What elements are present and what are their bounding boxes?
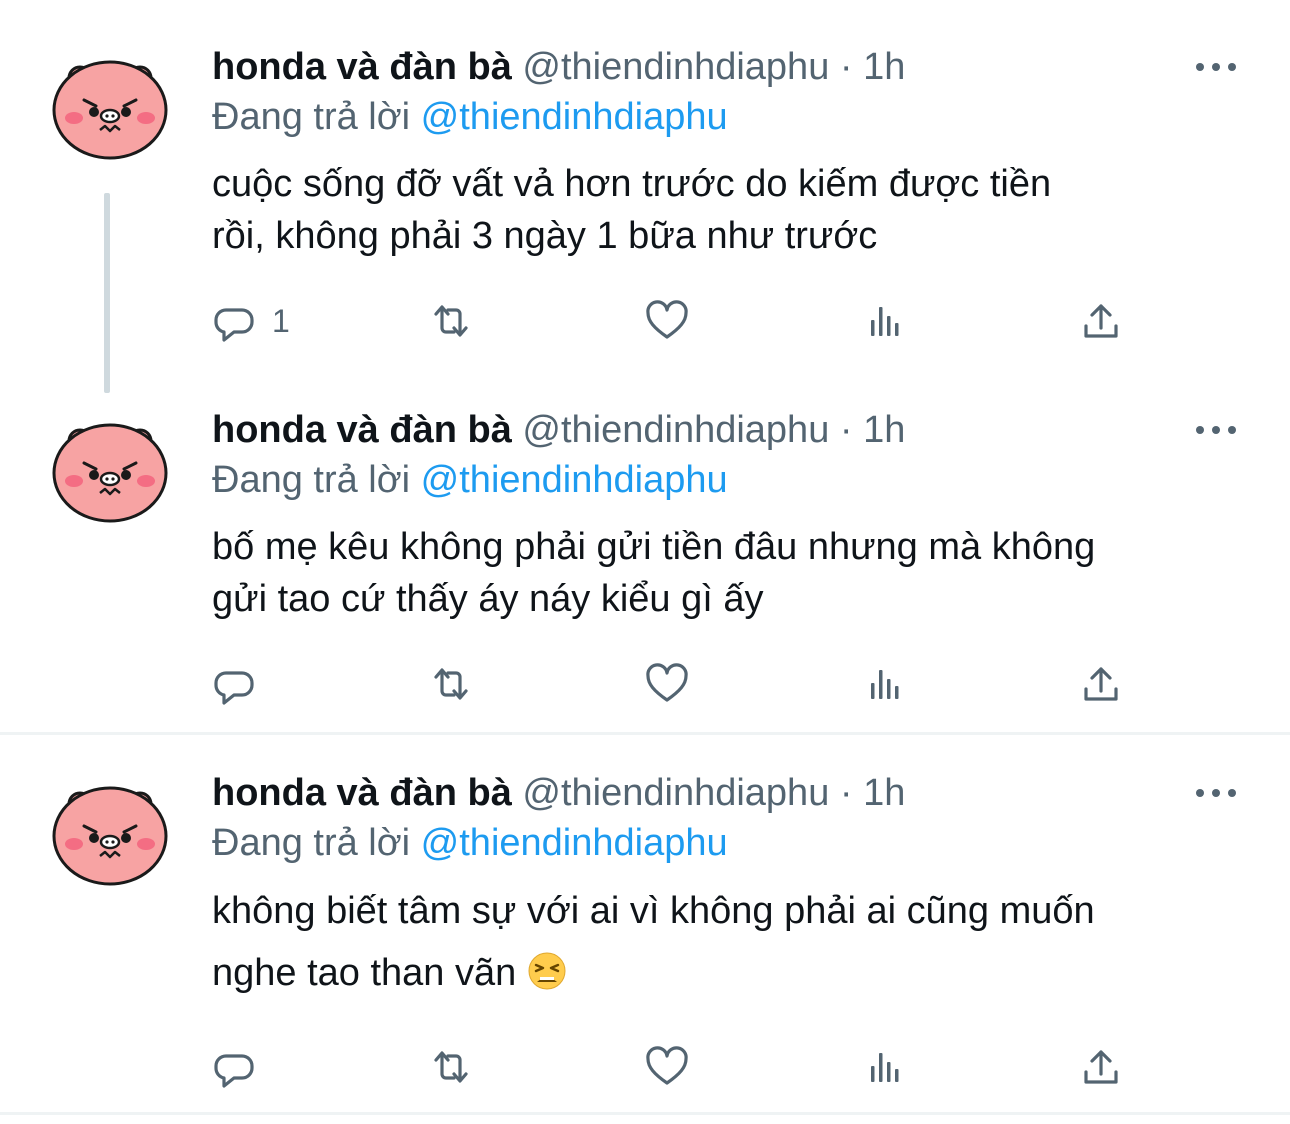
mention-link[interactable]: @thiendinhdiaphu — [421, 822, 728, 864]
tired-face-emoji-icon — [528, 952, 566, 990]
like-button[interactable] — [644, 659, 690, 709]
separator: · — [839, 772, 853, 814]
tweet-header: honda và đàn bà @thiendinhdiaphu · 1h — [212, 405, 905, 455]
tweet-time[interactable]: 1h — [863, 46, 905, 88]
more-icon[interactable] — [1196, 778, 1236, 808]
author-handle[interactable]: @thiendinhdiaphu — [522, 46, 829, 88]
share-button[interactable] — [1078, 1042, 1124, 1092]
tweet-header: honda và đàn bà @thiendinhdiaphu · 1h — [212, 768, 905, 818]
tweet-text-line: không biết tâm sự với ai vì không phải a… — [212, 890, 1095, 932]
retweet-icon — [434, 1051, 468, 1083]
views-button[interactable] — [862, 1042, 908, 1092]
author-name[interactable]: honda và đàn bà — [212, 772, 512, 814]
like-button[interactable] — [644, 1042, 690, 1092]
tweet-time[interactable]: 1h — [863, 409, 905, 451]
replying-to: Đang trả lời @thiendinhdiaphu — [212, 818, 728, 868]
views-button[interactable] — [862, 659, 908, 709]
tweet[interactable]: honda và đàn bà @thiendinhdiaphu · 1h Đa… — [0, 766, 1290, 1096]
like-icon — [646, 663, 688, 702]
replying-to-label: Đang trả lời — [212, 459, 411, 501]
share-button[interactable] — [1078, 659, 1124, 709]
tweet-text: không biết tâm sự với ai vì không phải a… — [212, 880, 1252, 1004]
retweet-icon — [434, 305, 468, 337]
replying-to: Đang trả lời @thiendinhdiaphu — [212, 455, 728, 505]
tweet-text-line: rồi, không phải 3 ngày 1 bữa như trước — [212, 215, 878, 257]
like-icon — [646, 1046, 688, 1085]
author-name[interactable]: honda và đàn bà — [212, 46, 512, 88]
tweet-text-line: cuộc sống đỡ vất vả hơn trước do kiếm đư… — [212, 163, 1052, 205]
tweet[interactable]: honda và đàn bà @thiendinhdiaphu · 1h Đa… — [0, 40, 1290, 342]
reply-icon — [214, 308, 254, 342]
reply-button[interactable]: 1 — [212, 296, 290, 346]
retweet-button[interactable] — [428, 296, 474, 346]
reply-button[interactable] — [212, 1042, 272, 1092]
views-icon — [871, 670, 899, 699]
thread-line — [104, 193, 110, 393]
tweet-divider — [0, 1112, 1290, 1115]
views-button[interactable] — [862, 296, 908, 346]
tweet-text-line: bố mẹ kêu không phải gửi tiền đâu nhưng … — [212, 526, 1096, 568]
retweet-icon — [434, 668, 468, 700]
author-handle[interactable]: @thiendinhdiaphu — [522, 409, 829, 451]
reply-icon — [214, 1054, 254, 1088]
avatar-pig-icon[interactable] — [50, 40, 170, 160]
views-icon — [871, 1053, 899, 1082]
mention-link[interactable]: @thiendinhdiaphu — [421, 459, 728, 501]
views-icon — [871, 307, 899, 336]
tweet-divider — [0, 732, 1290, 735]
reply-button[interactable] — [212, 659, 272, 709]
share-icon — [1084, 304, 1118, 338]
author-handle[interactable]: @thiendinhdiaphu — [522, 772, 829, 814]
share-button[interactable] — [1078, 296, 1124, 346]
like-button[interactable] — [644, 296, 690, 346]
tweet-header: honda và đàn bà @thiendinhdiaphu · 1h — [212, 42, 905, 92]
retweet-button[interactable] — [428, 1042, 474, 1092]
author-name[interactable]: honda và đàn bà — [212, 409, 512, 451]
tweet-text-line: gửi tao cứ thấy áy náy kiểu gì ấy — [212, 578, 764, 620]
separator: · — [839, 409, 853, 451]
tweet-text-segment: nghe tao than vãn — [212, 952, 517, 994]
share-icon — [1084, 1050, 1118, 1084]
avatar-pig-icon[interactable] — [50, 403, 170, 523]
reply-count: 1 — [272, 302, 290, 339]
tweet-actions — [212, 659, 1132, 709]
separator: · — [839, 46, 853, 88]
tweet-text: cuộc sống đỡ vất vả hơn trước do kiếm đư… — [212, 158, 1252, 262]
retweet-button[interactable] — [428, 659, 474, 709]
tweet-actions — [212, 1042, 1132, 1092]
avatar-pig-icon[interactable] — [50, 766, 170, 886]
more-icon[interactable] — [1196, 52, 1236, 82]
tweet-actions: 1 — [212, 296, 1132, 346]
tweet-time[interactable]: 1h — [863, 772, 905, 814]
tweet[interactable]: honda và đàn bà @thiendinhdiaphu · 1h Đa… — [0, 403, 1290, 705]
replying-to-label: Đang trả lời — [212, 96, 411, 138]
replying-to-label: Đang trả lời — [212, 822, 411, 864]
reply-icon — [214, 671, 254, 705]
share-icon — [1084, 667, 1118, 701]
tweet-text-line: nghe tao than vãn — [212, 942, 1252, 1004]
mention-link[interactable]: @thiendinhdiaphu — [421, 96, 728, 138]
like-icon — [646, 300, 688, 339]
replying-to: Đang trả lời @thiendinhdiaphu — [212, 92, 728, 142]
tweet-text: bố mẹ kêu không phải gửi tiền đâu nhưng … — [212, 521, 1252, 625]
more-icon[interactable] — [1196, 415, 1236, 445]
